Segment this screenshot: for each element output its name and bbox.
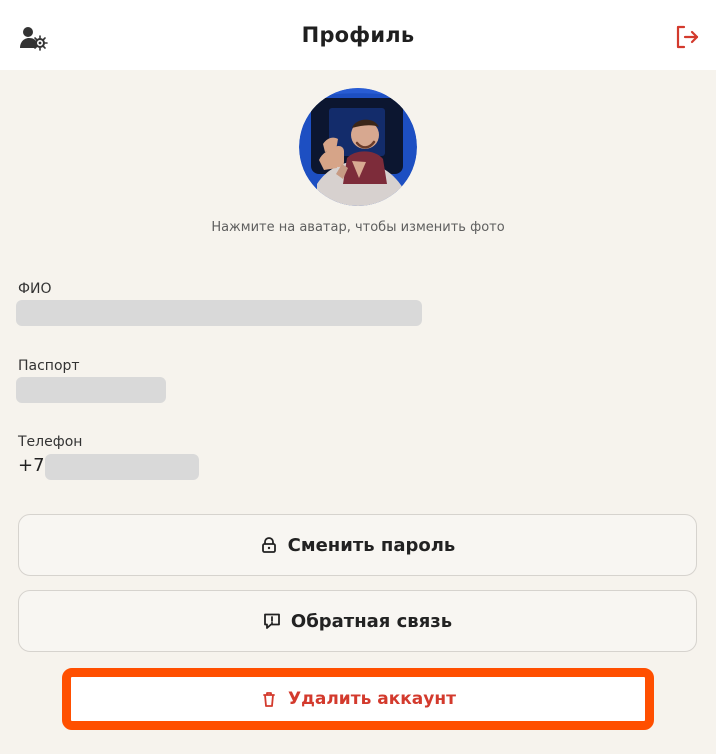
feedback-button[interactable]: Обратная связь <box>18 590 697 652</box>
fio-label: ФИО <box>18 281 52 297</box>
delete-account-label: Удалить аккаунт <box>288 689 456 709</box>
avatar-hint: Нажмите на аватар, чтобы изменить фото <box>211 220 505 235</box>
logout-icon[interactable] <box>674 24 700 50</box>
feedback-label: Обратная связь <box>290 610 453 632</box>
profile-screen: Профиль Нажмите на аватар, чтобы изменит… <box>0 0 716 754</box>
avatar[interactable] <box>299 88 417 206</box>
delete-account-button[interactable]: Удалить аккаунт <box>62 668 654 730</box>
passport-label: Паспорт <box>18 358 80 374</box>
change-password-button[interactable]: Сменить пароль <box>18 514 697 576</box>
page-title: Профиль <box>301 23 415 47</box>
passport-value-placeholder <box>16 377 166 403</box>
change-password-label: Сменить пароль <box>287 534 456 556</box>
phone-prefix: +7 <box>18 455 45 476</box>
feedback-icon <box>263 612 281 630</box>
fio-value-placeholder <box>16 300 422 326</box>
phone-label: Телефон <box>18 434 83 450</box>
header: Профиль <box>0 0 716 70</box>
lock-icon <box>260 536 278 554</box>
trash-icon <box>260 690 278 708</box>
phone-value-placeholder <box>45 454 199 480</box>
